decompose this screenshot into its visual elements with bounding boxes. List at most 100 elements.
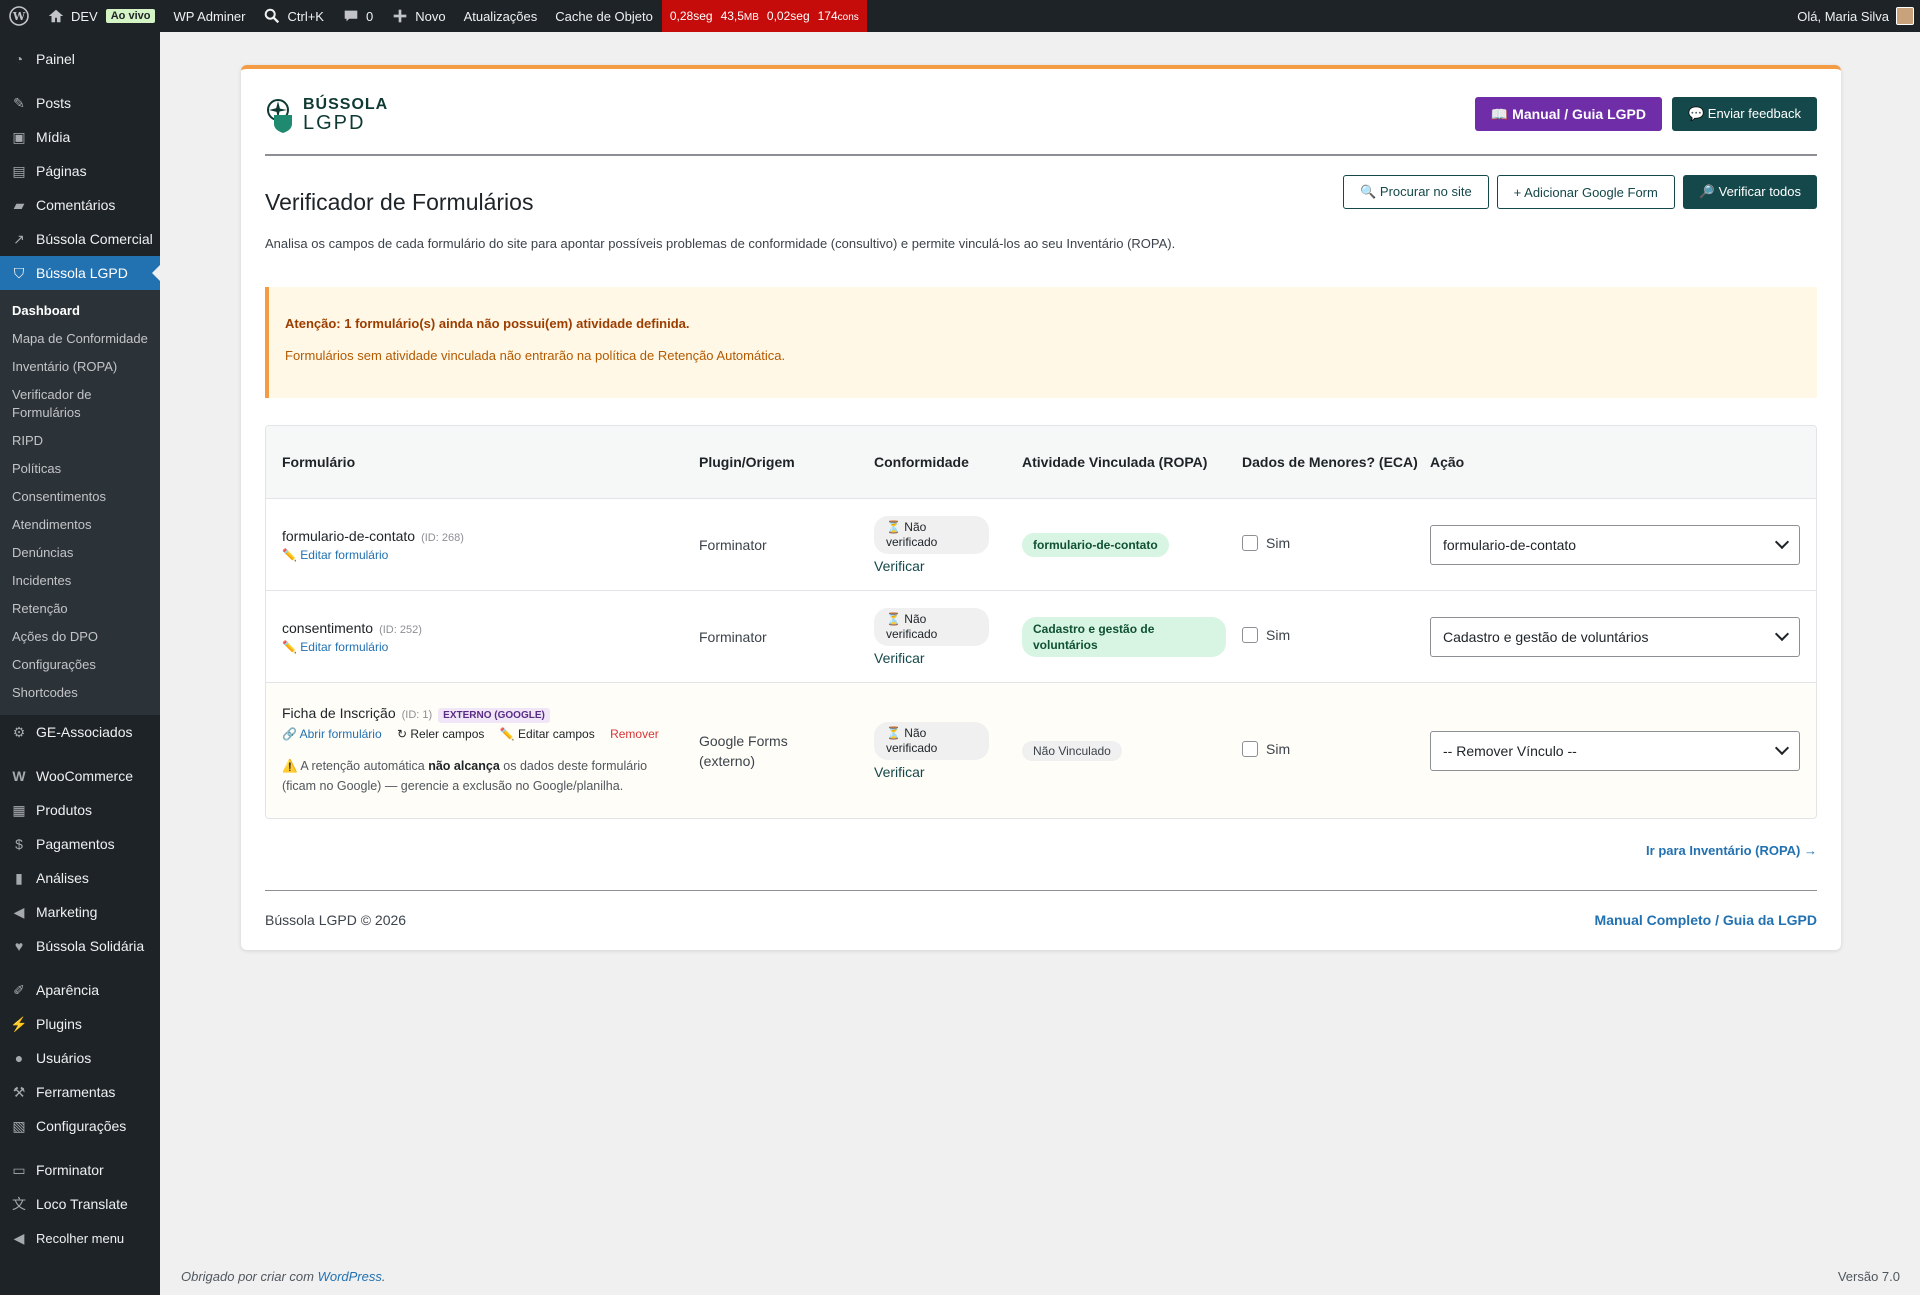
brand-line2: LGPD xyxy=(303,112,366,134)
menu-aparencia[interactable]: ✐ Aparência xyxy=(0,973,160,1007)
live-badge: Ao vivo xyxy=(105,9,156,23)
menu-ge-associados[interactable]: ⚙ GE-Associados xyxy=(0,715,160,749)
activity-select[interactable]: Cadastro e gestão de voluntários xyxy=(1430,616,1800,657)
menu-bussola-comercial[interactable]: ↗ Bússola Comercial xyxy=(0,222,160,256)
submenu-ripd[interactable]: RIPD xyxy=(0,427,160,455)
menu-marketing[interactable]: ◀ Marketing xyxy=(0,895,160,929)
pages-icon: ▤ xyxy=(12,162,26,179)
edit-fields-link[interactable]: ✏️ Editar campos xyxy=(500,727,595,741)
menu-midia[interactable]: ▣ Mídia xyxy=(0,120,160,154)
menu-ferramentas[interactable]: ⚒ Ferramentas xyxy=(0,1075,160,1109)
translate-icon: 文 xyxy=(12,1196,26,1212)
table-row: Ficha de Inscrição (ID: 1) EXTERNO (GOOGLE… xyxy=(266,682,1816,818)
menu-pagamentos[interactable]: $ Pagamentos xyxy=(0,827,160,861)
submenu-incidentes[interactable]: Incidentes xyxy=(0,567,160,595)
shield-icon: ⛉ xyxy=(13,264,25,281)
submenu-dashboard[interactable]: Dashboard xyxy=(0,297,160,325)
add-google-form-button[interactable]: + Adicionar Google Form xyxy=(1496,175,1675,209)
chevron-down-icon xyxy=(1774,626,1790,642)
query-monitor-stats[interactable]: 0,28seg 43,5MB 0,02seg 174cons xyxy=(661,0,867,32)
wordpress-logo-icon[interactable]: W xyxy=(0,0,38,32)
menu-woocommerce[interactable]: W WooCommerce xyxy=(0,759,160,793)
checkbox-box xyxy=(1242,741,1258,757)
menu-configuracoes[interactable]: ▧ Configurações xyxy=(0,1109,160,1143)
edit-form-link[interactable]: ✏️ Editar formulário xyxy=(282,640,388,654)
activity-select[interactable]: formulario-de-contato xyxy=(1430,524,1800,565)
menu-plugins[interactable]: ⚡ Plugins xyxy=(0,1007,160,1041)
menu-forminator[interactable]: ▭ Forminator xyxy=(0,1153,160,1187)
remove-link[interactable]: Remover xyxy=(610,727,659,741)
updates-link[interactable]: Atualizações xyxy=(455,0,547,32)
submenu-configuracoes[interactable]: Configurações xyxy=(0,651,160,679)
submenu-verificador[interactable]: Verificador de Formulários xyxy=(0,381,160,427)
full-manual-link[interactable]: Manual Completo / Guia da LGPD xyxy=(1595,912,1817,928)
object-cache-link[interactable]: Cache de Objeto xyxy=(546,0,662,32)
submenu-denuncias[interactable]: Denúncias xyxy=(0,539,160,567)
qm-memory: 43,5MB xyxy=(720,9,759,23)
external-badge: EXTERNO (GOOGLE) xyxy=(438,708,550,723)
brand-line1: BÚSSOLA xyxy=(303,96,389,113)
header-acao: Ação xyxy=(1430,454,1465,470)
minors-checkbox[interactable]: Sim xyxy=(1242,535,1290,551)
bussola-lgpd-submenu: Dashboard Mapa de Conformidade Inventári… xyxy=(0,290,160,715)
menu-painel[interactable]: ◔ Painel xyxy=(0,42,160,76)
manual-button[interactable]: 📖 Manual / Guia LGPD xyxy=(1474,97,1662,131)
table-row: formulario-de-contato (ID: 268) ✏️ Editar… xyxy=(266,498,1816,590)
submenu-acoes-dpo[interactable]: Ações do DPO xyxy=(0,623,160,651)
new-content-menu[interactable]: Novo xyxy=(382,0,454,32)
verify-link[interactable]: Verificar xyxy=(874,558,1022,574)
menu-posts[interactable]: ✎ Posts xyxy=(0,86,160,120)
submenu-shortcodes[interactable]: Shortcodes xyxy=(0,679,160,707)
minors-checkbox[interactable]: Sim xyxy=(1242,627,1290,643)
go-to-ropa-link[interactable]: Ir para Inventário (ROPA) → xyxy=(1646,843,1817,858)
submenu-politicas[interactable]: Políticas xyxy=(0,455,160,483)
menu-bussola-lgpd[interactable]: ⛉ Bússola LGPD xyxy=(0,256,160,290)
menu-produtos[interactable]: ▦ Produtos xyxy=(0,793,160,827)
menu-analises[interactable]: ▮ Análises xyxy=(0,861,160,895)
form-name: Ficha de Inscrição xyxy=(282,705,396,721)
submenu-atendimentos[interactable]: Atendimentos xyxy=(0,511,160,539)
heart-icon: ♥ xyxy=(14,938,24,954)
chevron-down-icon xyxy=(1774,534,1790,550)
search-site-button[interactable]: 🔍 Procurar no site xyxy=(1343,175,1489,209)
command-palette-button[interactable]: Ctrl+K xyxy=(254,0,332,32)
activity-select[interactable]: -- Remover Vínculo -- xyxy=(1430,730,1800,771)
submenu-consentimentos[interactable]: Consentimentos xyxy=(0,483,160,511)
wp-adminer-link[interactable]: WP Adminer xyxy=(164,0,254,32)
search-icon xyxy=(265,8,280,24)
menu-comentarios[interactable]: ▰ Comentários xyxy=(0,188,160,222)
settings-icon: ▧ xyxy=(12,1117,26,1134)
open-form-link[interactable]: 🔗 Abrir formulário xyxy=(282,727,382,741)
admin-bar: W DEV Ao vivo WP Adminer Ctrl+K 0 Novo A… xyxy=(0,0,1920,32)
wordpress-link[interactable]: WordPress xyxy=(318,1269,382,1284)
verify-all-button[interactable]: 🔎 Verificar todos xyxy=(1682,175,1817,209)
menu-collapse[interactable]: ◀ Recolher menu xyxy=(0,1221,160,1255)
comments-link[interactable]: 0 xyxy=(333,0,382,32)
submenu-mapa[interactable]: Mapa de Conformidade xyxy=(0,325,160,353)
submenu-inventario[interactable]: Inventário (ROPA) xyxy=(0,353,160,381)
feedback-button[interactable]: 💬 Enviar feedback xyxy=(1671,97,1817,131)
menu-usuarios[interactable]: ● Usuários xyxy=(0,1041,160,1075)
qm-queries: 174cons xyxy=(817,9,859,23)
menu-loco-translate[interactable]: 文 Loco Translate xyxy=(0,1187,160,1221)
verify-link[interactable]: Verificar xyxy=(874,764,1022,780)
table-row: consentimento (ID: 252) ✏️ Editar formulá… xyxy=(266,590,1816,682)
header-divider xyxy=(265,154,1817,156)
verify-link[interactable]: Verificar xyxy=(874,650,1022,666)
submenu-retencao[interactable]: Retenção xyxy=(0,595,160,623)
checkbox-box xyxy=(1242,535,1258,551)
checkbox-box xyxy=(1242,627,1258,643)
menu-bussola-solidaria[interactable]: ♥ Bússola Solidária xyxy=(0,929,160,963)
edit-form-link[interactable]: ✏️ Editar formulário xyxy=(282,548,388,562)
minors-checkbox[interactable]: Sim xyxy=(1242,741,1290,757)
site-name-menu[interactable]: DEV Ao vivo xyxy=(38,0,164,32)
form-id: (ID: 268) xyxy=(421,531,464,544)
menu-paginas[interactable]: ▤ Páginas xyxy=(0,154,160,188)
notice-title: Atenção: 1 formulário(s) ainda não possu… xyxy=(285,316,690,331)
my-account-menu[interactable]: Olá, Maria Silva xyxy=(1797,7,1920,25)
megaphone-icon: ◀ xyxy=(13,903,25,920)
reread-fields-link[interactable]: ↻ Reler campos xyxy=(397,727,484,741)
bar-chart-icon: ▮ xyxy=(15,869,23,886)
page-description: Analisa os campos de cada formulário do … xyxy=(265,236,1176,251)
main-card: BÚSSOLA LGPD 📖 Manual / Guia LGPD 💬 Envi… xyxy=(241,65,1841,950)
